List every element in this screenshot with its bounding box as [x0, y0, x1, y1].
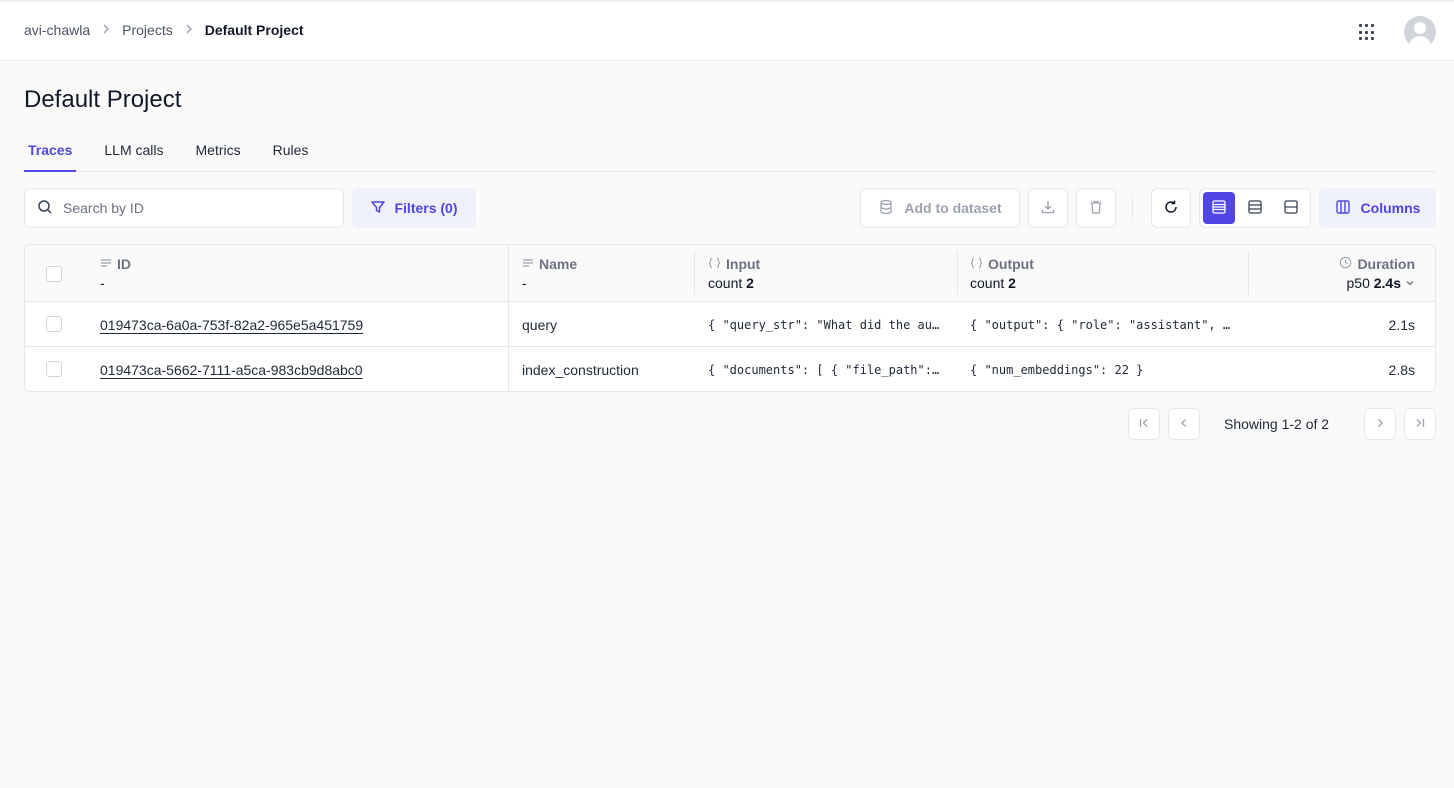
breadcrumb-projects[interactable]: Projects [122, 22, 173, 38]
pagination: Showing 1-2 of 2 [0, 408, 1454, 440]
column-id-stat: - [100, 275, 105, 291]
row-checkbox[interactable] [46, 361, 62, 377]
download-button[interactable] [1028, 188, 1068, 228]
last-page-button[interactable] [1404, 408, 1436, 440]
column-input[interactable]: Input count 2 [708, 245, 948, 302]
first-page-button[interactable] [1128, 408, 1160, 440]
chevron-right-icon [183, 22, 195, 38]
download-icon [1040, 199, 1056, 218]
rows-medium-icon [1247, 199, 1263, 218]
columns-icon [1335, 199, 1361, 218]
trace-id-link[interactable]: 019473ca-6a0a-753f-82a2-965e5a451759 [100, 317, 363, 333]
trace-duration: 2.1s [1388, 316, 1415, 333]
trace-duration: 2.8s [1388, 361, 1415, 378]
column-output-stat: count 2 [970, 275, 1016, 291]
chevron-left-icon [1178, 416, 1190, 432]
clock-icon [1339, 256, 1357, 272]
column-duration-label: Duration [1357, 256, 1415, 272]
column-name-label: Name [539, 256, 578, 272]
trace-name: query [522, 316, 558, 333]
text-column-icon [100, 256, 117, 272]
top-bar: avi-chawla Projects Default Project [0, 0, 1454, 61]
pagination-info: Showing 1-2 of 2 [1224, 416, 1330, 432]
table-row[interactable]: 019473ca-6a0a-753f-82a2-965e5a451759 que… [25, 302, 1435, 347]
columns-label: Columns [1360, 200, 1421, 216]
column-id-label: ID [117, 256, 131, 272]
refresh-icon [1163, 199, 1179, 218]
search-icon [37, 199, 53, 218]
rows-compact-icon [1211, 199, 1227, 218]
grid-apps-icon[interactable] [1359, 24, 1377, 42]
page-title: Default Project [24, 86, 182, 113]
search-input[interactable] [63, 200, 323, 216]
column-output-label: Output [988, 256, 1034, 272]
column-duration-stat[interactable]: p50 2.4s [1347, 275, 1402, 291]
density-medium-button[interactable] [1239, 192, 1271, 224]
add-to-dataset-label: Add to dataset [904, 200, 1002, 216]
breadcrumb-workspace[interactable]: avi-chawla [24, 22, 90, 38]
trace-input: { "query_str": "What did the author do g… [708, 317, 944, 332]
tab-rules[interactable]: Rules [269, 132, 313, 172]
tab-bar: Traces LLM calls Metrics Rules [24, 132, 1436, 172]
trace-output: { "num_embeddings": 22 } [970, 362, 1144, 377]
refresh-button[interactable] [1151, 188, 1191, 228]
chevron-down-icon[interactable] [1405, 275, 1415, 291]
chevron-right-icon [100, 22, 112, 38]
add-to-dataset-button[interactable]: Add to dataset [860, 188, 1020, 228]
tab-traces[interactable]: Traces [24, 132, 77, 172]
column-divider [1248, 251, 1249, 295]
braces-icon [708, 256, 726, 272]
table-row[interactable]: 019473ca-5662-7111-a5ca-983cb9d8abc0 ind… [25, 347, 1435, 391]
column-name[interactable]: Name - [522, 245, 692, 302]
density-comfortable-button[interactable] [1275, 192, 1307, 224]
column-name-stat: - [522, 275, 527, 291]
column-duration[interactable]: Duration p50 2.4s [1255, 245, 1415, 302]
chevrons-right-end-icon [1414, 416, 1426, 432]
select-all-checkbox[interactable] [46, 266, 62, 282]
chevrons-left-end-icon [1138, 416, 1150, 432]
column-divider [957, 251, 958, 295]
column-id[interactable]: ID - [100, 245, 508, 302]
tab-llm-calls[interactable]: LLM calls [100, 132, 167, 172]
text-column-icon [522, 256, 539, 272]
row-checkbox[interactable] [46, 316, 62, 332]
toolbar: Filters (0) Add to dataset [0, 188, 1454, 228]
trace-name: index_construction [522, 361, 639, 378]
trace-id-link[interactable]: 019473ca-5662-7111-a5ca-983cb9d8abc0 [100, 362, 363, 378]
trace-input: { "documents": [ { "file_path": "..." } … [708, 362, 944, 377]
table-header: ID - Name - Input count 2 Output count 2… [25, 245, 1435, 391]
row-density-toggle [1199, 188, 1311, 228]
prev-page-button[interactable] [1168, 408, 1200, 440]
chevron-right-icon [1374, 416, 1386, 432]
rows-large-icon [1283, 199, 1299, 218]
column-divider [694, 251, 695, 295]
trace-output: { "output": { "role": "assistant", "cont… [970, 317, 1234, 332]
delete-button[interactable] [1076, 188, 1116, 228]
next-page-button[interactable] [1364, 408, 1396, 440]
tab-metrics[interactable]: Metrics [192, 132, 245, 172]
column-input-label: Input [726, 256, 761, 272]
breadcrumb: avi-chawla Projects Default Project [24, 22, 304, 38]
density-compact-button[interactable] [1203, 192, 1235, 224]
columns-button[interactable]: Columns [1319, 188, 1436, 228]
database-icon [878, 199, 904, 218]
filters-button[interactable]: Filters (0) [352, 188, 476, 228]
search-box [24, 188, 344, 228]
column-output[interactable]: Output count 2 [970, 245, 1240, 302]
toolbar-divider [1132, 198, 1133, 218]
trash-icon [1088, 199, 1104, 218]
filter-icon [370, 199, 394, 218]
column-input-stat: count 2 [708, 275, 754, 291]
user-avatar-icon[interactable] [1404, 16, 1436, 48]
filters-label: Filters (0) [394, 200, 458, 216]
braces-icon [970, 256, 988, 272]
traces-table: ID - Name - Input count 2 Output count 2… [24, 244, 1436, 392]
breadcrumb-current-project: Default Project [204, 22, 304, 38]
